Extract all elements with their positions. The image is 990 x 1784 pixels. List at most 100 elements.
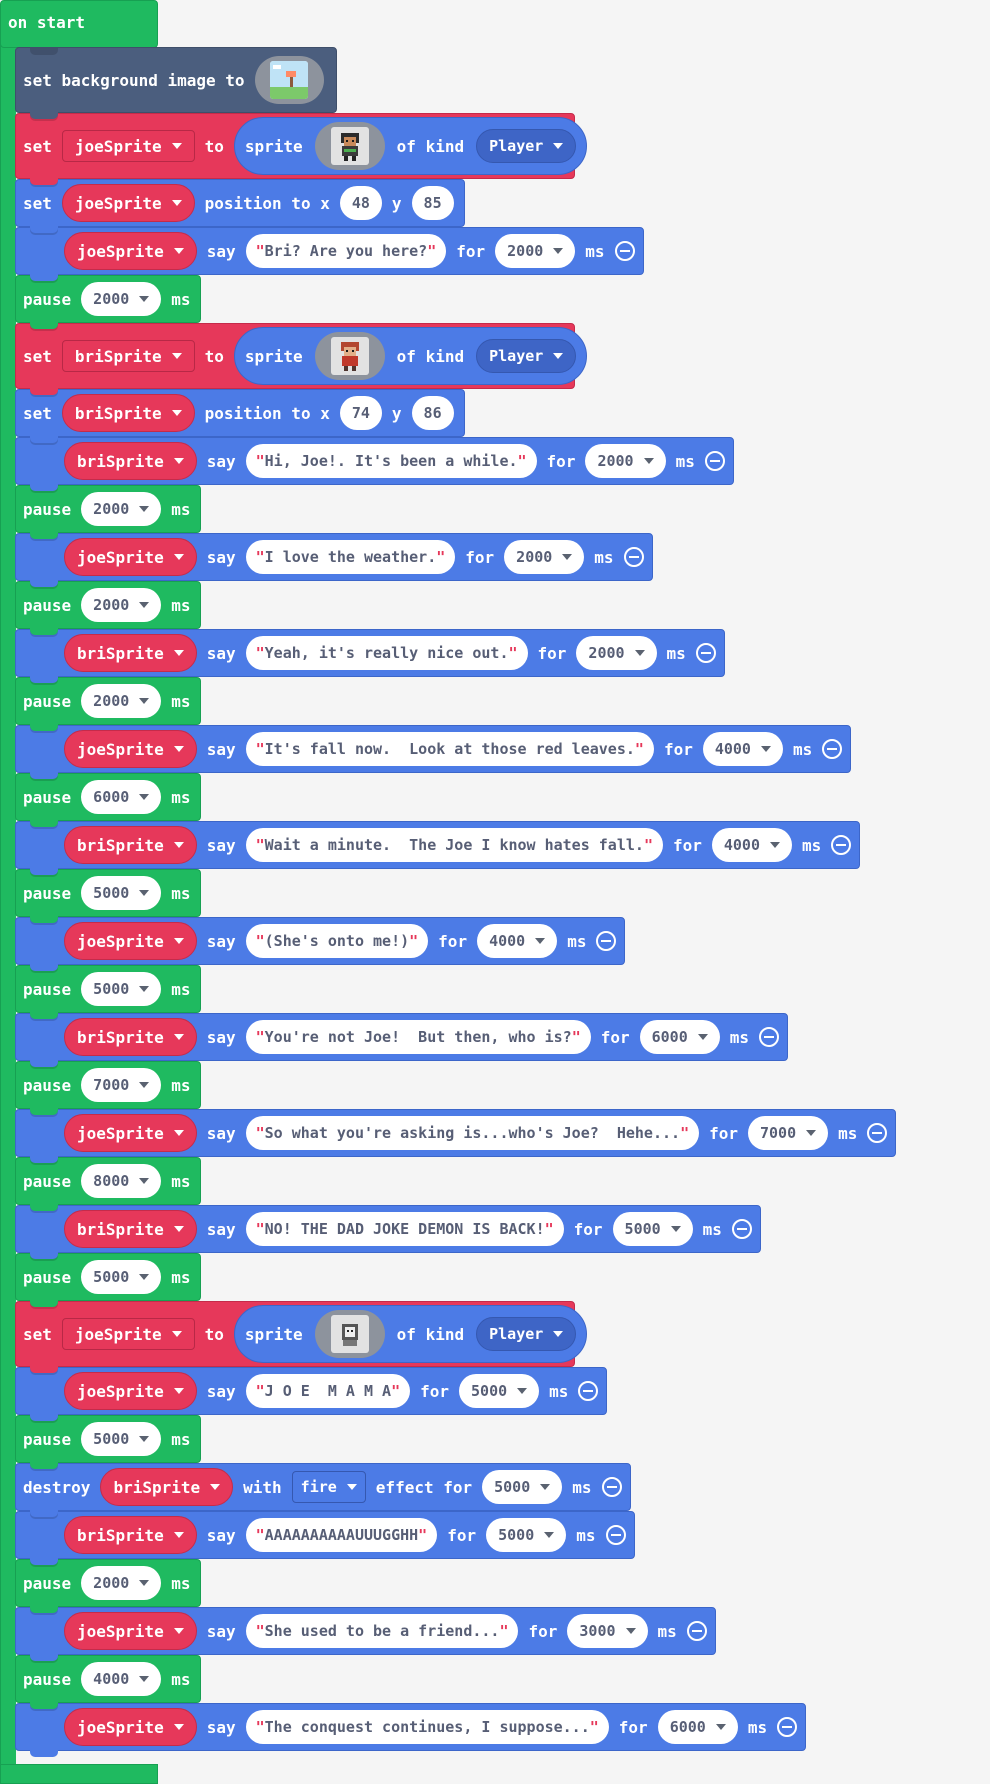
pause-duration-dropdown[interactable]: 8000 bbox=[81, 1164, 162, 1198]
set-background-image-block[interactable]: set background image to bbox=[15, 47, 337, 119]
say-block[interactable]: joeSprite say " She used to be a friend... "… bbox=[15, 1607, 716, 1661]
pause-duration-dropdown[interactable]: 2000 bbox=[81, 492, 162, 526]
pause-block[interactable]: pause 8000 ms bbox=[15, 1157, 201, 1211]
remove-param-icon[interactable] bbox=[777, 1717, 798, 1737]
remove-param-icon[interactable] bbox=[623, 547, 644, 567]
remove-param-icon[interactable] bbox=[822, 739, 843, 759]
pause-duration-dropdown[interactable]: 2000 bbox=[81, 282, 162, 316]
remove-param-icon[interactable] bbox=[601, 1477, 622, 1497]
x-input[interactable]: 74 bbox=[339, 396, 382, 430]
duration-dropdown[interactable]: 5000 bbox=[482, 1470, 563, 1504]
say-block[interactable]: joeSprite say " J O E M A M A " for 5000 ms bbox=[15, 1367, 608, 1421]
sprite-variable-dropdown[interactable]: joeSprite bbox=[64, 1372, 197, 1410]
sprite-variable-dropdown[interactable]: briSprite bbox=[61, 340, 195, 372]
pause-block[interactable]: pause 2000 ms bbox=[15, 1559, 201, 1613]
remove-param-icon[interactable] bbox=[759, 1027, 780, 1047]
pause-block[interactable]: pause 2000 ms bbox=[15, 581, 201, 635]
sprite-variable-dropdown[interactable]: joeSprite bbox=[64, 1708, 197, 1746]
duration-dropdown[interactable]: 5000 bbox=[459, 1374, 540, 1408]
sprite-variable-dropdown[interactable]: joeSprite bbox=[61, 130, 195, 162]
pause-duration-dropdown[interactable]: 7000 bbox=[81, 1068, 162, 1102]
sprite-variable-dropdown[interactable]: joeSprite bbox=[61, 1318, 195, 1350]
say-text-input[interactable]: " Bri? Are you here? " bbox=[245, 234, 447, 268]
sprite-variable-dropdown[interactable]: joeSprite bbox=[64, 232, 197, 270]
sprite-of-kind-reporter[interactable]: sprite of kind Player bbox=[233, 327, 588, 385]
duration-dropdown[interactable]: 2000 bbox=[495, 234, 576, 268]
set-position-block[interactable]: set joeSprite position to x 48 y 85 bbox=[15, 179, 465, 233]
pause-duration-dropdown[interactable]: 4000 bbox=[81, 1662, 162, 1696]
pause-block[interactable]: pause 2000 ms bbox=[15, 485, 201, 539]
duration-dropdown[interactable]: 2000 bbox=[585, 444, 666, 478]
sprite-variable-dropdown[interactable]: joeSprite bbox=[61, 184, 195, 222]
sprite-image-picker[interactable] bbox=[314, 1310, 385, 1358]
remove-param-icon[interactable] bbox=[686, 1621, 707, 1641]
remove-param-icon[interactable] bbox=[614, 241, 635, 261]
say-block[interactable]: briSprite say " Hi, Joe!. It's been a while… bbox=[15, 437, 734, 491]
pause-block[interactable]: pause 4000 ms bbox=[15, 1655, 201, 1709]
sprite-variable-dropdown[interactable]: joeSprite bbox=[64, 922, 197, 960]
say-block[interactable]: briSprite say " NO! THE DAD JOKE DEMON IS B… bbox=[15, 1205, 761, 1259]
on-start-block[interactable]: on start bbox=[0, 0, 158, 48]
sprite-variable-dropdown[interactable]: briSprite bbox=[100, 1468, 234, 1506]
say-text-input[interactable]: " AAAAAAAAAAUUUGGHH " bbox=[245, 1518, 438, 1552]
pause-block[interactable]: pause 6000 ms bbox=[15, 773, 201, 827]
y-input[interactable]: 85 bbox=[411, 186, 454, 220]
sprite-kind-dropdown[interactable]: Player bbox=[476, 1317, 577, 1351]
say-text-input[interactable]: " J O E M A M A " bbox=[245, 1374, 411, 1408]
sprite-of-kind-reporter[interactable]: sprite of kind Player bbox=[233, 117, 588, 175]
sprite-image-picker[interactable] bbox=[314, 332, 385, 380]
duration-dropdown[interactable]: 7000 bbox=[748, 1116, 829, 1150]
remove-param-icon[interactable] bbox=[731, 1219, 752, 1239]
say-text-input[interactable]: " Wait a minute. The Joe I know hates fal… bbox=[245, 828, 663, 862]
remove-param-icon[interactable] bbox=[695, 643, 716, 663]
blocks-workspace[interactable]: on start set background image to set joeSp… bbox=[0, 0, 990, 1784]
pause-duration-dropdown[interactable]: 5000 bbox=[81, 972, 162, 1006]
pause-duration-dropdown[interactable]: 5000 bbox=[81, 1260, 162, 1294]
x-input[interactable]: 48 bbox=[339, 186, 382, 220]
sprite-kind-dropdown[interactable]: Player bbox=[476, 129, 577, 163]
remove-param-icon[interactable] bbox=[596, 931, 617, 951]
say-text-input[interactable]: " She used to be a friend... " bbox=[245, 1614, 519, 1648]
remove-param-icon[interactable] bbox=[704, 451, 725, 471]
pause-block[interactable]: pause 5000 ms bbox=[15, 869, 201, 923]
duration-dropdown[interactable]: 4000 bbox=[711, 828, 792, 862]
pause-block[interactable]: pause 5000 ms bbox=[15, 965, 201, 1019]
sprite-variable-dropdown[interactable]: briSprite bbox=[64, 634, 197, 672]
pause-duration-dropdown[interactable]: 5000 bbox=[81, 1422, 162, 1456]
sprite-variable-dropdown[interactable]: briSprite bbox=[64, 826, 197, 864]
sprite-of-kind-reporter[interactable]: sprite of kind Player bbox=[233, 1305, 588, 1363]
remove-param-icon[interactable] bbox=[578, 1381, 599, 1401]
sprite-variable-dropdown[interactable]: briSprite bbox=[64, 1516, 197, 1554]
duration-dropdown[interactable]: 2000 bbox=[576, 636, 657, 670]
y-input[interactable]: 86 bbox=[411, 396, 454, 430]
say-text-input[interactable]: " The conquest continues, I suppose... " bbox=[245, 1710, 609, 1744]
background-image-picker[interactable] bbox=[254, 56, 324, 104]
sprite-variable-dropdown[interactable]: joeSprite bbox=[64, 538, 197, 576]
sprite-variable-dropdown[interactable]: briSprite bbox=[61, 394, 195, 432]
sprite-variable-dropdown[interactable]: joeSprite bbox=[64, 1612, 197, 1650]
effect-dropdown[interactable]: fire bbox=[291, 1471, 366, 1503]
pause-duration-dropdown[interactable]: 2000 bbox=[81, 1566, 162, 1600]
pause-duration-dropdown[interactable]: 5000 bbox=[81, 876, 162, 910]
pause-duration-dropdown[interactable]: 2000 bbox=[81, 588, 162, 622]
sprite-variable-dropdown[interactable]: briSprite bbox=[64, 1018, 197, 1056]
say-block[interactable]: joeSprite say " Bri? Are you here? " for 2000 m… bbox=[15, 227, 644, 281]
say-text-input[interactable]: " Hi, Joe!. It's been a while. " bbox=[245, 444, 537, 478]
set-position-block[interactable]: set briSprite position to x 74 y 86 bbox=[15, 389, 465, 443]
say-block[interactable]: joeSprite say " The conquest continues, I s… bbox=[15, 1703, 807, 1757]
pause-block[interactable]: pause 2000 ms bbox=[15, 275, 201, 329]
set-sprite-block[interactable]: set joeSprite to sprite of kind Player bbox=[15, 113, 588, 185]
pause-block[interactable]: pause 2000 ms bbox=[15, 677, 201, 731]
duration-dropdown[interactable]: 3000 bbox=[567, 1614, 648, 1648]
sprite-image-picker[interactable] bbox=[314, 122, 385, 170]
duration-dropdown[interactable]: 5000 bbox=[486, 1518, 567, 1552]
say-block[interactable]: briSprite say " You're not Joe! But then, w… bbox=[15, 1013, 789, 1067]
say-block[interactable]: joeSprite say " I love the weather. " for 2000… bbox=[15, 533, 653, 587]
say-text-input[interactable]: " NO! THE DAD JOKE DEMON IS BACK! " bbox=[245, 1212, 564, 1246]
set-sprite-block[interactable]: set briSprite to sprite of kind Player bbox=[15, 323, 588, 395]
say-text-input[interactable]: " I love the weather. " bbox=[245, 540, 456, 574]
sprite-variable-dropdown[interactable]: joeSprite bbox=[64, 730, 197, 768]
duration-dropdown[interactable]: 5000 bbox=[612, 1212, 693, 1246]
duration-dropdown[interactable]: 2000 bbox=[504, 540, 585, 574]
remove-param-icon[interactable] bbox=[605, 1525, 626, 1545]
